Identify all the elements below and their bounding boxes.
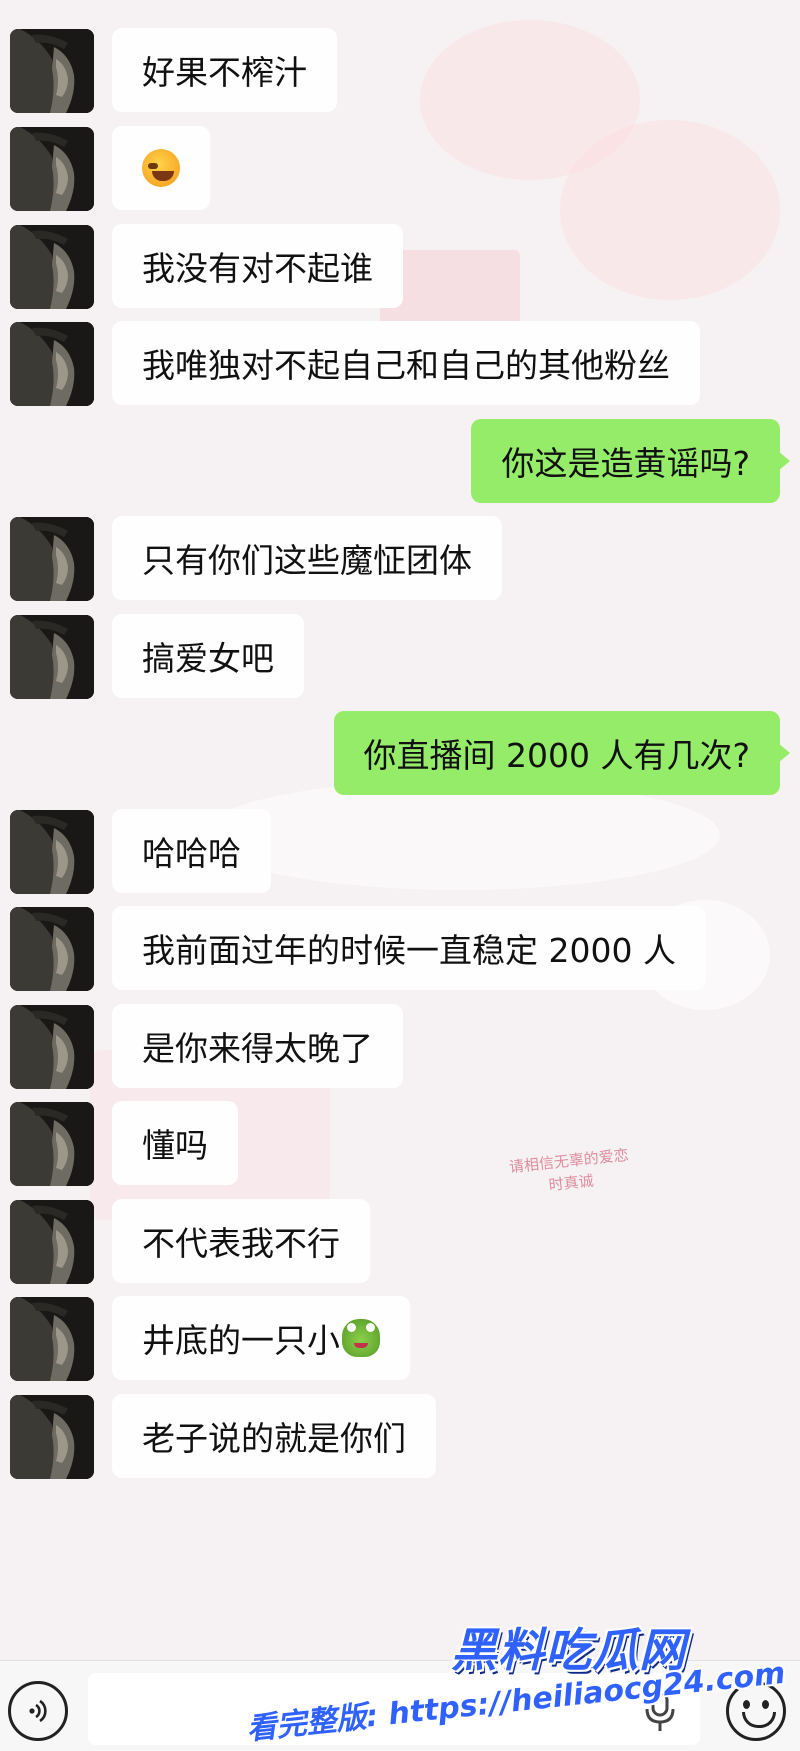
message-text: 老子说的就是你们: [142, 1419, 406, 1458]
contact-avatar[interactable]: [10, 1005, 94, 1089]
chat-message-list[interactable]: 好果不榨汁我没有对不起谁我唯独对不起自己和自己的其他粉丝你这是造黄谣吗? 只有你们…: [0, 0, 800, 1660]
contact-avatar[interactable]: [10, 127, 94, 211]
received-message-bubble[interactable]: 我前面过年的时候一直稳定 2000 人: [112, 906, 706, 990]
laughing-crying-emoji-icon: [142, 149, 180, 187]
message-row: 老子说的就是你们: [0, 1388, 800, 1479]
contact-avatar[interactable]: [10, 615, 94, 699]
contact-avatar[interactable]: [10, 1200, 94, 1284]
message-text: 不代表我不行: [142, 1224, 340, 1263]
message-row: 搞爱女吧: [0, 608, 800, 699]
contact-avatar[interactable]: [10, 29, 94, 113]
message-text: 你直播间 2000 人有几次?: [363, 736, 750, 775]
message-text: 井底的一只小: [142, 1321, 340, 1360]
message-text: 你这是造黄谣吗?: [501, 444, 750, 483]
received-message-bubble[interactable]: 是你来得太晚了: [112, 1004, 403, 1088]
message-row: 只有你们这些魔怔团体: [0, 510, 800, 601]
contact-avatar[interactable]: [10, 907, 94, 991]
received-message-bubble[interactable]: [112, 126, 210, 210]
message-text: 我前面过年的时候一直稳定 2000 人: [142, 931, 676, 970]
received-message-bubble[interactable]: 哈哈哈: [112, 809, 271, 893]
message-row: 我前面过年的时候一直稳定 2000 人: [0, 900, 800, 991]
contact-avatar[interactable]: [10, 517, 94, 601]
message-row: 是你来得太晚了: [0, 998, 800, 1089]
message-row: [0, 120, 800, 211]
message-text: 是你来得太晚了: [142, 1029, 373, 1068]
site-watermark: 黑料吃瓜网 看完整版: https://heiliaocg24.com: [245, 1600, 787, 1750]
received-message-bubble[interactable]: 只有你们这些魔怔团体: [112, 516, 502, 600]
frog-emoji-icon: [342, 1319, 380, 1357]
message-row: 你直播间 2000 人有几次?: [0, 705, 800, 795]
received-message-bubble[interactable]: 搞爱女吧: [112, 614, 304, 698]
contact-avatar[interactable]: [10, 1297, 94, 1381]
message-text: 哈哈哈: [142, 834, 241, 873]
contact-avatar[interactable]: [10, 1102, 94, 1186]
message-text: 我没有对不起谁: [142, 249, 373, 288]
message-row: 你这是造黄谣吗?: [0, 413, 800, 503]
message-row: 井底的一只小: [0, 1290, 800, 1381]
message-row: 我没有对不起谁: [0, 218, 800, 309]
received-message-bubble[interactable]: 不代表我不行: [112, 1199, 370, 1283]
contact-avatar[interactable]: [10, 225, 94, 309]
message-text: 懂吗: [142, 1126, 208, 1165]
message-text: 搞爱女吧: [142, 639, 274, 678]
received-message-bubble[interactable]: 好果不榨汁: [112, 28, 337, 112]
contact-avatar[interactable]: [10, 322, 94, 406]
voice-input-icon: [29, 1699, 47, 1723]
received-message-bubble[interactable]: 井底的一只小: [112, 1296, 410, 1380]
received-message-bubble[interactable]: 我唯独对不起自己和自己的其他粉丝: [112, 321, 700, 405]
message-row: 哈哈哈: [0, 803, 800, 894]
message-text: 好果不榨汁: [142, 53, 307, 92]
contact-avatar[interactable]: [10, 810, 94, 894]
sent-message-bubble[interactable]: 你这是造黄谣吗?: [471, 419, 790, 503]
voice-input-button[interactable]: [8, 1681, 68, 1741]
message-row: 懂吗: [0, 1095, 800, 1186]
sent-message-bubble[interactable]: 你直播间 2000 人有几次?: [333, 711, 791, 795]
received-message-bubble[interactable]: 我没有对不起谁: [112, 224, 403, 308]
message-row: 不代表我不行: [0, 1193, 800, 1284]
message-text: 只有你们这些魔怔团体: [142, 541, 472, 580]
message-text: 我唯独对不起自己和自己的其他粉丝: [142, 346, 670, 385]
received-message-bubble[interactable]: 老子说的就是你们: [112, 1394, 436, 1478]
message-row: 我唯独对不起自己和自己的其他粉丝: [0, 315, 800, 406]
contact-avatar[interactable]: [10, 1395, 94, 1479]
message-row: 好果不榨汁: [0, 22, 800, 113]
received-message-bubble[interactable]: 懂吗: [112, 1101, 238, 1185]
